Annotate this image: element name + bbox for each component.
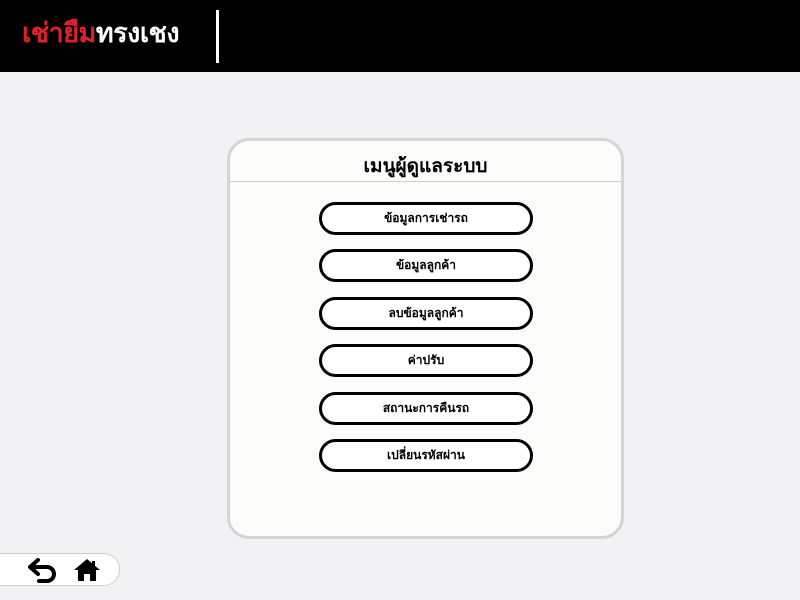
back-arrow-icon[interactable] xyxy=(27,557,59,583)
app-logo[interactable]: เช่ายืม ทรงเชง xyxy=(22,12,180,52)
return-status-button[interactable]: สถานะการคืนรถ xyxy=(319,392,533,425)
top-header: เช่ายืม ทรงเชง xyxy=(0,0,800,72)
rental-info-button[interactable]: ข้อมูลการเช่ารถ xyxy=(319,202,533,235)
logo-text-white: ทรงเชง xyxy=(95,17,180,49)
home-icon[interactable] xyxy=(72,557,104,583)
logo-text-red: เช่ายืม xyxy=(22,17,96,49)
customer-info-button[interactable]: ข้อมูลลูกค้า xyxy=(319,249,533,282)
fines-button[interactable]: ค่าปรับ xyxy=(319,344,533,377)
panel-title: เมนูผู้ดูแลระบบ xyxy=(363,155,488,177)
delete-customer-button[interactable]: ลบข้อมูลลูกค้า xyxy=(319,297,533,330)
panel-divider xyxy=(230,181,621,182)
change-password-button[interactable]: เปลี่ยนรหัสผ่าน xyxy=(319,439,533,472)
header-divider xyxy=(216,10,219,63)
admin-menu-panel: เมนูผู้ดูแลระบบ ข้อมูลการเช่ารถ ข้อมูลลู… xyxy=(227,138,624,539)
